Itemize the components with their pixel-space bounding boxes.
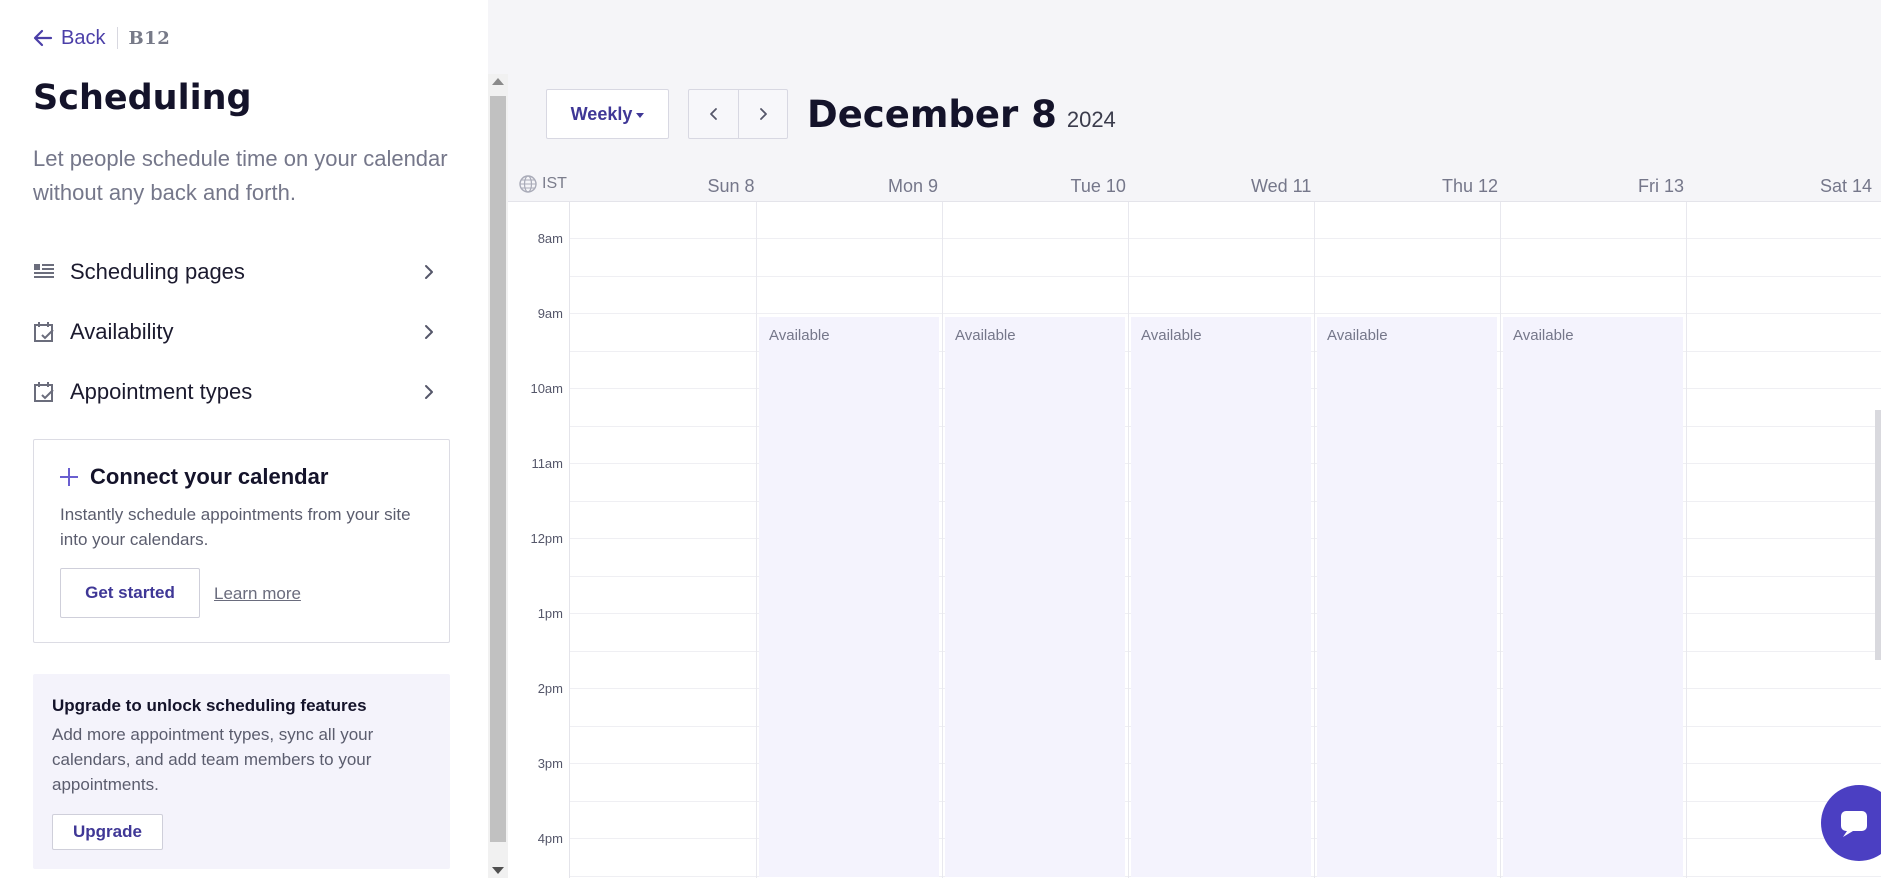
sidebar-scrollbar[interactable] xyxy=(488,74,508,878)
day-header: Wed 11 xyxy=(1251,176,1312,196)
connect-card-title: Connect your calendar xyxy=(90,464,329,489)
time-gutter: 8am 9am 10am 11am 12pm 1pm 2pm 3pm 4pm xyxy=(508,202,570,878)
time-label: 12pm xyxy=(530,531,563,546)
calendar-grid: 8am 9am 10am 11am 12pm 1pm 2pm 3pm 4pm Available… xyxy=(508,202,1881,878)
day-header: Sun 8 xyxy=(707,176,755,196)
upgrade-button[interactable]: Upgrade xyxy=(52,814,163,850)
get-started-button[interactable]: Get started xyxy=(60,568,200,618)
arrow-left-icon xyxy=(33,29,53,47)
time-label: 2pm xyxy=(537,681,563,696)
column-divider xyxy=(1686,202,1687,878)
next-week-button[interactable] xyxy=(738,90,787,138)
day-header: Thu 12 xyxy=(1442,176,1499,196)
column-divider xyxy=(942,202,943,878)
availability-block[interactable]: Available xyxy=(945,317,1125,877)
scroll-down-arrow-icon[interactable] xyxy=(492,867,504,874)
brand-logo[interactable]: B12 xyxy=(128,28,170,49)
plus-icon xyxy=(60,468,78,486)
day-header: Sat 14 xyxy=(1820,176,1873,196)
calendar-title: December 8 2024 xyxy=(807,93,1116,136)
back-link[interactable]: Back xyxy=(33,27,105,50)
day-header: Fri 13 xyxy=(1638,176,1685,196)
prev-week-button[interactable] xyxy=(689,90,738,138)
sidebar: Back B12 Scheduling Let people schedule … xyxy=(0,0,488,878)
page-description: Let people schedule time on your calenda… xyxy=(33,146,448,205)
calendar-area: Weekly December 8 2024 IST Sun 8 Mon 9 T… xyxy=(508,0,1881,878)
calendar-title-year: 2024 xyxy=(1066,106,1116,132)
chevron-left-icon xyxy=(709,108,717,120)
topbar-divider xyxy=(117,27,119,49)
availability-label: Available xyxy=(955,327,1016,344)
nav-label: Availability xyxy=(70,319,174,344)
view-select-label: Weekly xyxy=(570,103,633,124)
list-icon xyxy=(33,261,55,283)
availability-label: Available xyxy=(1141,327,1202,344)
page-title: Scheduling xyxy=(33,78,252,118)
calendar-check-icon xyxy=(33,321,55,343)
calendar-scrollbar-thumb[interactable] xyxy=(1875,410,1881,660)
date-nav xyxy=(688,89,788,139)
availability-block[interactable]: Available xyxy=(1503,317,1683,877)
grid-line xyxy=(570,313,1881,314)
time-label: 10am xyxy=(530,381,563,396)
upgrade-card: Upgrade to unlock scheduling features Ad… xyxy=(33,674,450,869)
time-label: 1pm xyxy=(537,606,563,621)
nav-item-availability[interactable]: Availability xyxy=(33,302,438,362)
scrollbar-thumb[interactable] xyxy=(490,96,506,842)
availability-label: Available xyxy=(769,327,830,344)
app-root: Back B12 Scheduling Let people schedule … xyxy=(0,0,1881,878)
nav-item-scheduling-pages[interactable]: Scheduling pages xyxy=(33,242,438,302)
calendar-check-icon xyxy=(33,381,55,403)
availability-label: Available xyxy=(1513,327,1574,344)
chat-icon xyxy=(1841,811,1867,837)
caret-down-icon xyxy=(636,113,645,118)
time-label: 9am xyxy=(537,306,563,321)
calendar-toolbar: Weekly December 8 2024 xyxy=(546,89,1116,139)
connect-card-description: Instantly schedule appointments from you… xyxy=(60,505,411,549)
column-divider xyxy=(1314,202,1315,878)
topbar: Back B12 xyxy=(33,24,170,52)
time-label: 11am xyxy=(531,456,563,471)
calendar-header-row: IST Sun 8 Mon 9 Tue 10 Wed 11 Thu 12 Fri 13 Sa… xyxy=(508,168,1881,202)
day-header: Mon 9 xyxy=(888,176,939,196)
chevron-right-icon xyxy=(425,325,433,339)
time-label: 3pm xyxy=(537,756,563,771)
view-select[interactable]: Weekly xyxy=(546,89,669,139)
availability-block[interactable]: Available xyxy=(1317,317,1497,877)
upgrade-card-title: Upgrade to unlock scheduling features xyxy=(52,696,367,715)
grid-line xyxy=(570,275,1881,277)
scroll-up-arrow-icon[interactable] xyxy=(492,78,504,85)
learn-more-link[interactable]: Learn more xyxy=(214,584,301,604)
timezone-label: IST xyxy=(542,175,567,192)
column-divider xyxy=(1128,202,1129,878)
chevron-right-icon xyxy=(425,265,433,279)
timezone-indicator[interactable]: IST xyxy=(518,174,567,194)
availability-block[interactable]: Available xyxy=(759,317,939,877)
column-divider xyxy=(756,202,757,878)
sidebar-nav: Scheduling pages Availability Appointmen… xyxy=(33,242,438,422)
nav-label: Appointment types xyxy=(70,379,253,404)
time-label: 4pm xyxy=(537,831,563,846)
availability-block[interactable]: Available xyxy=(1131,317,1311,877)
chevron-right-icon xyxy=(760,108,767,120)
upgrade-card-description: Add more appointment types, sync all you… xyxy=(52,725,374,794)
calendar-title-date: December 8 xyxy=(807,92,1057,136)
day-header: Tue 10 xyxy=(1070,176,1126,196)
availability-label: Available xyxy=(1327,327,1388,344)
globe-icon xyxy=(519,175,537,193)
back-label: Back xyxy=(61,26,106,49)
connect-calendar-card: Connect your calendar Instantly schedule… xyxy=(33,439,450,643)
connect-card-header: Connect your calendar xyxy=(58,464,328,490)
time-label: 8am xyxy=(537,231,563,246)
nav-label: Scheduling pages xyxy=(70,259,245,284)
chevron-right-icon xyxy=(425,385,433,399)
nav-item-appointment-types[interactable]: Appointment types xyxy=(33,362,438,422)
column-divider xyxy=(1500,202,1501,878)
grid-line xyxy=(570,238,1881,239)
